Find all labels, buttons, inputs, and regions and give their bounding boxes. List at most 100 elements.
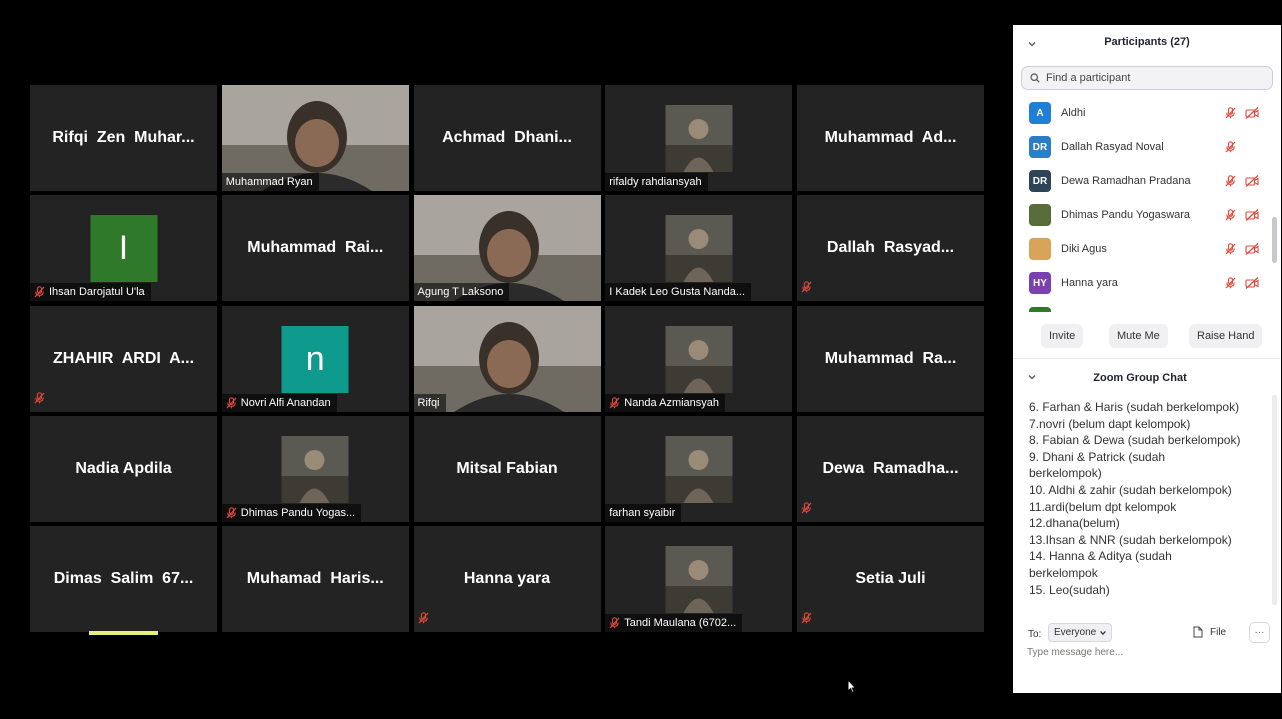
zoom-meeting-window: Rifqi Zen Muhar... Muhammad Ryan Achmad D… [0,0,1282,719]
video-tile[interactable]: Setia Juli [797,526,984,632]
profile-picture [281,435,349,503]
video-off-icon [1245,243,1259,255]
participant-label: rifaldy rahdiansyah [605,173,708,191]
participant-avatar [1029,204,1051,226]
participant-name: Nanda Azmiansyah [624,396,720,409]
mic-muted-icon [801,281,812,293]
camera-status [1245,174,1259,192]
video-tile[interactable]: Dhimas Pandu Yogas... [221,415,409,522]
participant-avatar: HY [1029,272,1051,294]
video-tile[interactable]: Tandi Maulana (6702... [605,526,793,632]
mic-muted-icon [801,501,812,514]
file-label: File [1210,626,1227,638]
video-tile[interactable]: Agung T Laksono [413,195,601,302]
video-tile[interactable]: Achmad Dhani... [413,85,601,191]
participant-name: Dewa Ramadhan Pradana [1061,175,1191,187]
avatar-initial: I [118,229,129,268]
participant-row[interactable]: DR Dallah Rasyad Noval [1013,130,1271,164]
video-tile[interactable]: Muhammad Ryan [221,85,409,191]
invite-button[interactable]: Invite [1041,324,1084,348]
participant-name: ZHAHIR ARDI A... [52,349,195,367]
participant-name: Muhamad Haris... [246,570,384,587]
video-tile[interactable]: Dimas Salim 67... [30,526,217,632]
participant-row[interactable]: Dhimas Pandu Yogaswara [1013,198,1271,232]
video-tile[interactable]: Muhammad Rai... [221,195,409,302]
participant-row[interactable]: A Aldhi [1013,96,1271,130]
muted-indicator [418,611,429,629]
mic-muted-icon [609,617,620,629]
participants-header: Participants (27) [1013,25,1281,61]
participant-search[interactable] [1021,66,1273,90]
muted-indicator [34,391,45,409]
video-gallery: Rifqi Zen Muhar... Muhammad Ryan Achmad D… [30,85,984,632]
message-input[interactable] [1027,647,1267,658]
participant-name: Dallah Rasyad... [826,239,955,257]
participant-name: Muhammad Ryan [225,176,313,188]
chat-message-line: 13.Ihsan & NNR (sudah berkelompok) [1029,532,1232,547]
active-speaker-indicator [89,631,158,635]
video-tile[interactable]: Nadia Apdila [30,415,217,522]
muted-indicator [801,611,812,629]
profile-picture [665,546,733,613]
participant-label: Dhimas Pandu Yogas... [221,503,362,522]
video-tile[interactable]: Muhamad Haris... [221,526,409,632]
video-tile[interactable]: farhan syaibir [605,415,793,522]
video-tile[interactable]: Mitsal Fabian [413,415,601,522]
chat-message-line: 14. Hanna & Aditya (sudah [1029,549,1172,564]
file-icon [1193,626,1203,638]
panel-divider [1013,358,1281,359]
participant-avatar: n [281,325,349,393]
recipient-select[interactable]: Everyone [1048,623,1113,642]
chat-messages: 6. Farhan & Haris (sudah berkelompok) 7.n… [1029,393,1267,605]
camera-status [1245,208,1259,226]
mute-me-button[interactable]: Mute Me [1109,324,1168,348]
participant-avatar: DR [1029,170,1051,192]
video-tile[interactable]: n Novri Alfi Anandan [221,305,409,412]
participant-row[interactable]: DR Dewa Ramadhan Pradana [1013,164,1271,198]
video-tile[interactable]: Nanda Azmiansyah [605,305,793,412]
muted-indicator [801,501,812,519]
camera-status [1245,106,1259,124]
participant-name: Achmad Dhani... [442,129,572,146]
recipient-value: Everyone [1054,627,1097,638]
search-input[interactable] [1046,72,1256,84]
video-tile[interactable]: ZHAHIR ARDI A... [30,305,217,412]
chat-message-line: 7.novri (belum dapt kelompok) [1029,416,1191,431]
chat-message-line: 10. Aldhi & zahir (sudah berkelompok) [1029,482,1232,497]
participant-avatar [1029,307,1051,312]
camera-status [1245,242,1259,260]
participant-name: Setia Juli [855,570,926,587]
video-tile[interactable]: Muhammad Ra... [797,305,984,412]
raise-hand-button[interactable]: Raise Hand [1189,324,1263,348]
mic-muted-icon [1225,277,1236,289]
profile-picture [665,215,733,283]
chat-message-line: 12.dhana(belum) [1029,516,1120,531]
video-tile[interactable]: Rifqi [413,305,601,412]
video-tile[interactable]: rifaldy rahdiansyah [605,85,793,191]
mic-muted-icon [226,506,237,519]
video-tile[interactable]: Muhammad Ad... [797,85,984,191]
participant-avatar: A [1029,102,1051,124]
participant-list-scrollbar[interactable] [1272,217,1277,263]
avatar-initials: DR [1032,141,1048,153]
participant-name: Tandi Maulana (6702... [624,617,737,629]
video-tile[interactable]: I Ihsan Darojatul U'la [30,195,217,302]
video-tile[interactable]: I Kadek Leo Gusta Nanda... [605,195,793,302]
participant-row[interactable]: Diki Agus [1013,232,1271,266]
file-button[interactable]: File [1193,626,1226,638]
participant-label: Novri Alfi Anandan [221,393,337,412]
search-icon [1030,73,1040,83]
more-options-button[interactable]: ··· [1249,622,1270,643]
video-tile[interactable]: Dewa Ramadha... [797,415,984,522]
participant-label: I Kadek Leo Gusta Nanda... [605,283,752,302]
mic-status [1225,208,1236,226]
muted-indicator [801,280,812,298]
video-tile[interactable]: Dallah Rasyad... [797,195,984,302]
video-tile[interactable]: Rifqi Zen Muhar... [30,85,217,191]
participant-row[interactable]: HY Hanna yara [1013,266,1271,300]
participant-name: Hanna yara [463,570,551,587]
participant-name: Rifqi [417,396,440,409]
chat-message-line: 11.ardi(belum dpt kelompok [1029,499,1177,514]
chat-scrollbar-track[interactable] [1272,395,1277,605]
video-tile[interactable]: Hanna yara [413,526,601,632]
